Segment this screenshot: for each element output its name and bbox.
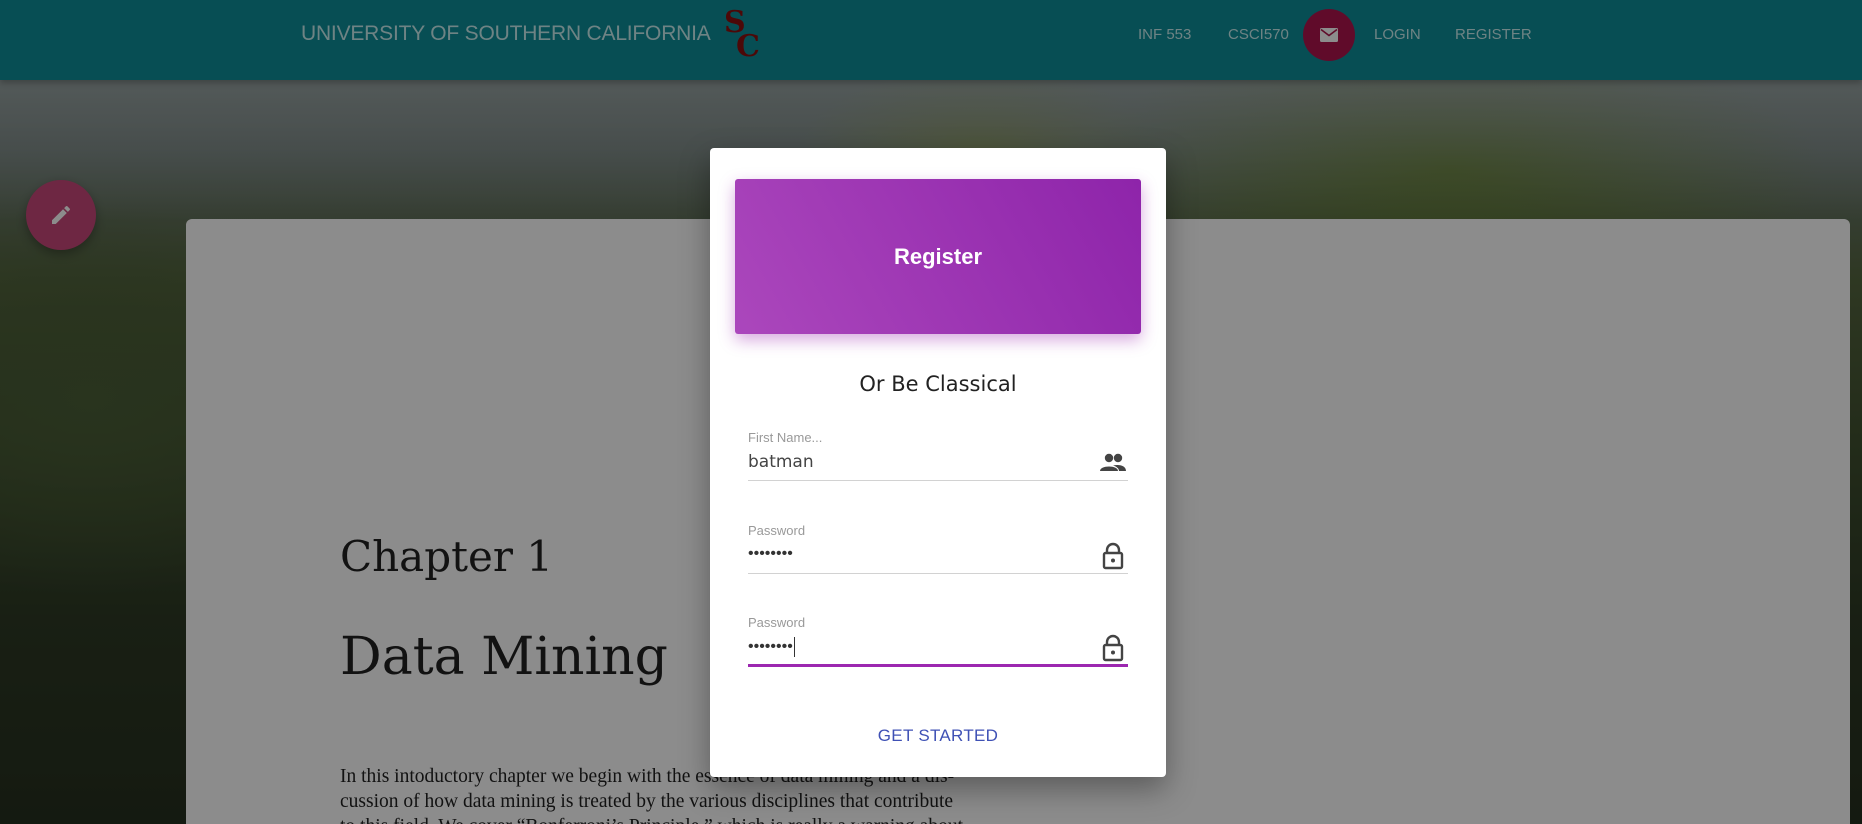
password-field[interactable]: Password •••••••• (748, 523, 1128, 583)
confirm-password-value[interactable]: •••••••• (748, 637, 795, 657)
first-name-value[interactable]: batman (748, 452, 814, 472)
password-value[interactable]: •••••••• (748, 545, 793, 563)
get-started-button[interactable]: GET STARTED (710, 726, 1166, 746)
first-name-label: First Name... (748, 430, 823, 445)
modal-subtitle: Or Be Classical (859, 372, 1017, 396)
password-underline (748, 573, 1128, 574)
lock-icon (1102, 634, 1124, 662)
register-modal: Register Or Be Classical First Name... b… (710, 148, 1166, 777)
first-name-underline (748, 480, 1128, 481)
confirm-password-label: Password (748, 615, 806, 630)
lock-icon (1102, 542, 1124, 570)
confirm-password-field[interactable]: Password •••••••• (748, 615, 1128, 675)
people-icon (1100, 453, 1126, 471)
password-label: Password (748, 523, 806, 538)
modal-header: Register (735, 179, 1141, 334)
confirm-password-underline (748, 664, 1128, 667)
modal-title: Register (893, 243, 983, 269)
text-caret (793, 637, 795, 657)
first-name-field[interactable]: First Name... batman (748, 430, 1128, 490)
